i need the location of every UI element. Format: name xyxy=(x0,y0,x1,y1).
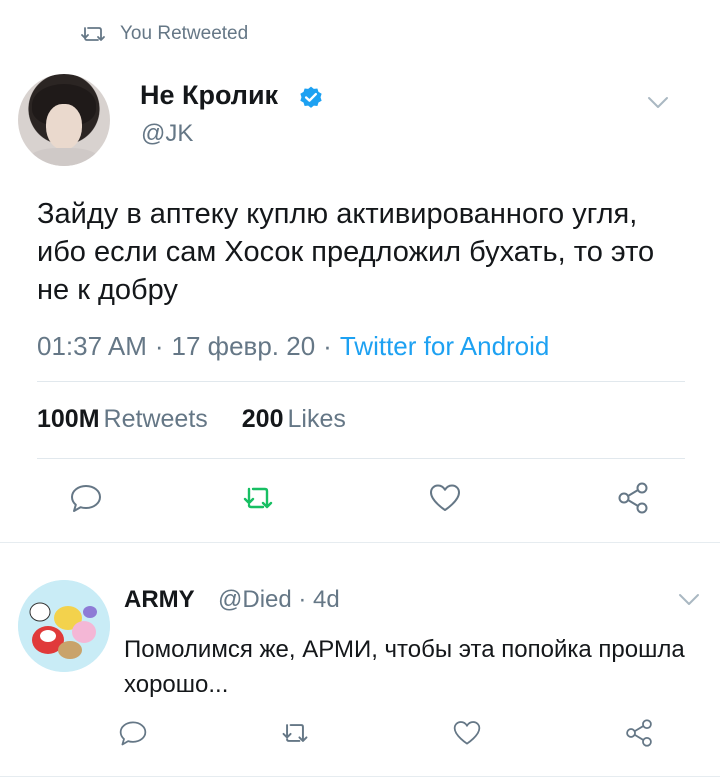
tweet-source-link[interactable]: Twitter for Android xyxy=(340,331,550,361)
retweet-icon xyxy=(81,27,105,41)
reply-handle-time[interactable]: @Died · 4d xyxy=(218,586,340,614)
meta-separator: · xyxy=(154,331,164,361)
reply-icon xyxy=(119,721,147,746)
reply-text: Помолимся же, АРМИ, чтобы эта попойка пр… xyxy=(124,636,685,698)
tweet-meta: 01:37 AM · 17 февр. 20 · Twitter for Android xyxy=(37,331,549,362)
heart-icon xyxy=(430,484,460,511)
like-button[interactable] xyxy=(452,718,482,748)
share-icon xyxy=(626,719,652,747)
reply-icon xyxy=(71,485,101,512)
meta-separator: · xyxy=(323,331,332,361)
retweet-icon xyxy=(282,724,308,742)
tweet-date: 17 февр. 20 xyxy=(171,331,316,361)
chevron-down-icon[interactable] xyxy=(647,96,669,110)
likes-label: Likes xyxy=(287,405,346,433)
divider xyxy=(37,381,685,382)
author-display-name[interactable]: Не Кролик xyxy=(140,80,278,111)
divider xyxy=(0,542,720,543)
reply-button[interactable] xyxy=(118,718,148,748)
avatar[interactable] xyxy=(18,74,110,166)
author-handle[interactable]: @JK xyxy=(141,120,193,148)
share-icon xyxy=(618,482,648,514)
retweet-icon xyxy=(243,487,273,509)
heart-icon xyxy=(453,721,481,745)
retweet-button[interactable] xyxy=(241,481,275,515)
chevron-down-icon[interactable] xyxy=(678,593,700,607)
retweets-stat[interactable]: 100M Retweets xyxy=(37,405,208,433)
likes-stat[interactable]: 200 Likes xyxy=(242,405,346,433)
likes-count: 200 xyxy=(241,405,284,433)
divider xyxy=(0,776,720,777)
tweet-time: 01:37 AM xyxy=(37,331,147,361)
verified-badge-icon xyxy=(300,86,322,108)
retweets-label: Retweets xyxy=(103,405,208,433)
like-button[interactable] xyxy=(428,481,462,515)
retweet-button[interactable] xyxy=(280,718,310,748)
avatar[interactable] xyxy=(18,580,110,672)
share-button[interactable] xyxy=(616,481,650,515)
reply-author-name[interactable]: ARMY xyxy=(124,586,195,614)
divider xyxy=(37,458,685,459)
retweet-context: You Retweeted xyxy=(80,22,248,46)
reply-button[interactable] xyxy=(69,481,103,515)
retweets-count: 100M xyxy=(37,405,100,433)
retweet-context-label: You Retweeted xyxy=(120,23,249,44)
share-button[interactable] xyxy=(624,718,654,748)
tweet-text: Зайду в аптеку куплю активированного угл… xyxy=(37,198,655,306)
tweet-stats: 100M Retweets 200 Likes xyxy=(37,405,346,434)
